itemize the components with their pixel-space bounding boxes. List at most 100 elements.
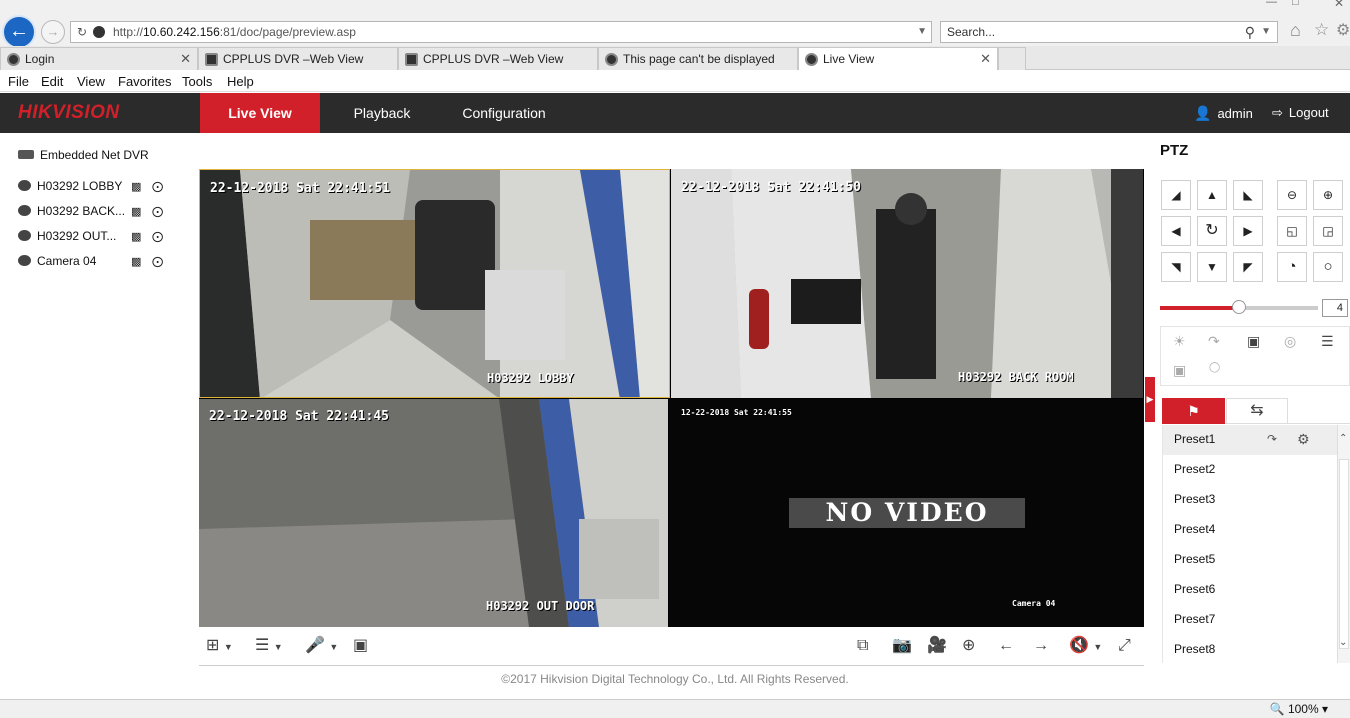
stop-all-icon[interactable]: ▣ xyxy=(353,636,368,656)
zoom-level[interactable]: 🔍 100% ▾ xyxy=(1270,702,1328,716)
ptz-up-right-button[interactable]: ◣ xyxy=(1233,180,1263,210)
close-tab-icon[interactable]: ✕ xyxy=(180,48,191,70)
record-icon[interactable]: ▩ xyxy=(131,230,141,243)
preset-item[interactable]: Preset6 xyxy=(1163,575,1337,605)
url-dropdown-icon[interactable]: ▼ xyxy=(917,22,927,42)
tab-patrol-icon[interactable]: ⇆ xyxy=(1226,398,1288,424)
zoom-in-ptz-icon[interactable]: ⊕ xyxy=(1313,180,1343,210)
menu-help[interactable]: Help xyxy=(227,74,254,89)
collapse-panel-button[interactable]: ▶ xyxy=(1145,377,1155,422)
camera-icon[interactable]: 📷 xyxy=(892,636,912,656)
capture-all-icon[interactable]: ⧉ xyxy=(857,636,868,656)
record-all-icon[interactable]: 🎥 xyxy=(927,636,947,656)
camera-item[interactable]: Camera 04 xyxy=(18,254,96,268)
settings-gear-icon[interactable]: ⚙ xyxy=(1336,20,1350,40)
back-button[interactable]: ← xyxy=(2,15,36,49)
volume-mute-icon[interactable]: 🔇 ▼ xyxy=(1069,636,1102,657)
refresh-icon[interactable]: ↻ xyxy=(77,22,87,42)
video-window-3[interactable]: 22-12-2018 Sat 22:41:45 H03292 OUT DOOR xyxy=(199,399,668,627)
tab-login[interactable]: Login ✕ xyxy=(0,47,198,70)
device-tree-root[interactable]: Embedded Net DVR xyxy=(18,148,149,162)
record-icon[interactable]: ▩ xyxy=(131,205,141,218)
menu-file[interactable]: File xyxy=(8,74,29,89)
nav-configuration[interactable]: Configuration xyxy=(448,93,560,133)
forward-button[interactable]: → xyxy=(41,20,65,44)
preset-item[interactable]: Preset3 xyxy=(1163,485,1337,515)
ptz-up-button[interactable]: ▲ xyxy=(1197,180,1227,210)
ptz-down-left-button[interactable]: ◥ xyxy=(1161,252,1191,282)
ptz-control-icon[interactable]: ⨀ xyxy=(152,205,163,218)
menu-edit[interactable]: Edit xyxy=(41,74,63,89)
focus-near-icon[interactable]: ◱ xyxy=(1277,216,1307,246)
menu-icon[interactable]: ☰ xyxy=(1321,333,1334,350)
menu-view[interactable]: View xyxy=(77,74,105,89)
ptz-auto-button[interactable]: ↻ xyxy=(1197,216,1227,246)
preset-item[interactable]: Preset5 xyxy=(1163,545,1337,575)
light-icon[interactable]: ☀ xyxy=(1173,333,1186,350)
preset-item[interactable]: Preset8 xyxy=(1163,635,1337,663)
logout-button[interactable]: ⇨ Logout xyxy=(1272,93,1329,133)
restore-icon[interactable]: □ xyxy=(1292,0,1299,8)
nav-playback[interactable]: Playback xyxy=(326,93,438,133)
new-tab-button[interactable] xyxy=(998,47,1026,70)
record-icon[interactable]: ▩ xyxy=(131,255,141,268)
fullscreen-icon[interactable]: ⤢ xyxy=(1118,636,1131,656)
scrollbar-thumb[interactable] xyxy=(1339,459,1349,649)
ptz-control-icon[interactable]: ⨀ xyxy=(152,230,163,243)
url-field[interactable]: ↻ http://10.60.242.156:81/doc/page/previ… xyxy=(70,21,932,43)
scroll-up-icon[interactable]: ⌃ xyxy=(1339,433,1347,444)
tab-error[interactable]: This page can't be displayed xyxy=(598,47,798,70)
camera-item[interactable]: H03292 BACK... xyxy=(18,204,125,218)
preset-item[interactable]: Preset7 xyxy=(1163,605,1337,635)
preset-scrollbar[interactable]: ⌃ ⌄ xyxy=(1337,425,1350,663)
user-menu[interactable]: 👤 admin xyxy=(1194,93,1253,133)
3d-positioning-icon[interactable]: ◯ xyxy=(1209,362,1220,373)
scroll-down-icon[interactable]: ⌄ xyxy=(1339,637,1347,648)
iris-open-icon[interactable]: ◔ xyxy=(1277,252,1307,282)
search-field[interactable]: Search... ⚲ ▼ xyxy=(940,21,1278,43)
preset-settings-gear-icon[interactable]: ⚙ xyxy=(1297,425,1310,453)
camera-item[interactable]: H03292 LOBBY xyxy=(18,179,122,193)
tab-preset-flag-icon[interactable]: ⚑ xyxy=(1162,398,1225,424)
tab-live-view[interactable]: Live View ✕ xyxy=(798,47,998,70)
camera-item[interactable]: H03292 OUT... xyxy=(18,229,116,243)
home-icon[interactable]: ⌂ xyxy=(1290,20,1301,41)
auxiliary-focus-icon[interactable]: ▣ xyxy=(1247,333,1260,350)
previous-page-icon[interactable]: ← xyxy=(998,636,1014,656)
ptz-left-button[interactable]: ◀ xyxy=(1161,216,1191,246)
focus-far-icon[interactable]: ◲ xyxy=(1313,216,1343,246)
ptz-down-right-button[interactable]: ◤ xyxy=(1233,252,1263,282)
menu-favorites[interactable]: Favorites xyxy=(118,74,171,89)
record-icon[interactable]: ▩ xyxy=(131,180,141,193)
lens-init-icon[interactable]: ◎ xyxy=(1284,333,1296,350)
search-icon[interactable]: ⚲ xyxy=(1245,22,1255,42)
video-window-2[interactable]: 22-12-2018 Sat 22:41:50 H03292 BACK ROOM xyxy=(671,169,1143,398)
ptz-speed-slider[interactable] xyxy=(1160,300,1318,314)
zoom-in-icon[interactable]: ⊕ xyxy=(962,636,975,656)
ptz-right-button[interactable]: ▶ xyxy=(1233,216,1263,246)
ptz-up-left-button[interactable]: ◢ xyxy=(1161,180,1191,210)
preset-item[interactable]: Preset1 ↷ ⚙ xyxy=(1163,425,1337,455)
preset-item[interactable]: Preset2 xyxy=(1163,455,1337,485)
ptz-control-icon[interactable]: ⨀ xyxy=(152,255,163,268)
microphone-icon[interactable]: 🎤 ▼ xyxy=(305,636,338,657)
iris-close-icon[interactable]: ○ xyxy=(1313,252,1343,282)
stream-select-icon[interactable]: ☰ ▼ xyxy=(255,636,283,657)
search-dropdown-icon[interactable]: ▼ xyxy=(1261,22,1271,42)
window-layout-icon[interactable]: ⊞ ▼ xyxy=(206,636,233,657)
tab-cpplus-1[interactable]: CPPLUS DVR –Web View xyxy=(198,47,398,70)
video-window-1[interactable]: 22-12-2018 Sat 22:41:51 H03292 LOBBY xyxy=(199,169,670,398)
minimize-icon[interactable]: — xyxy=(1266,0,1277,8)
zoom-out-icon[interactable]: ⊖ xyxy=(1277,180,1307,210)
video-window-4[interactable]: 12-22-2018 Sat 22:41:55 NO VIDEO Camera … xyxy=(669,399,1144,627)
next-page-icon[interactable]: → xyxy=(1033,636,1049,656)
nav-live-view[interactable]: Live View xyxy=(200,93,320,133)
preset-item[interactable]: Preset4 xyxy=(1163,515,1337,545)
ptz-down-button[interactable]: ▼ xyxy=(1197,252,1227,282)
close-tab-icon[interactable]: ✕ xyxy=(980,48,991,70)
manual-track-icon[interactable]: ▣ xyxy=(1173,362,1186,379)
wiper-icon[interactable]: ↷ xyxy=(1208,333,1220,350)
call-preset-icon[interactable]: ↷ xyxy=(1267,425,1277,453)
ptz-speed-handle[interactable] xyxy=(1232,300,1246,314)
ptz-control-icon[interactable]: ⨀ xyxy=(152,180,163,193)
